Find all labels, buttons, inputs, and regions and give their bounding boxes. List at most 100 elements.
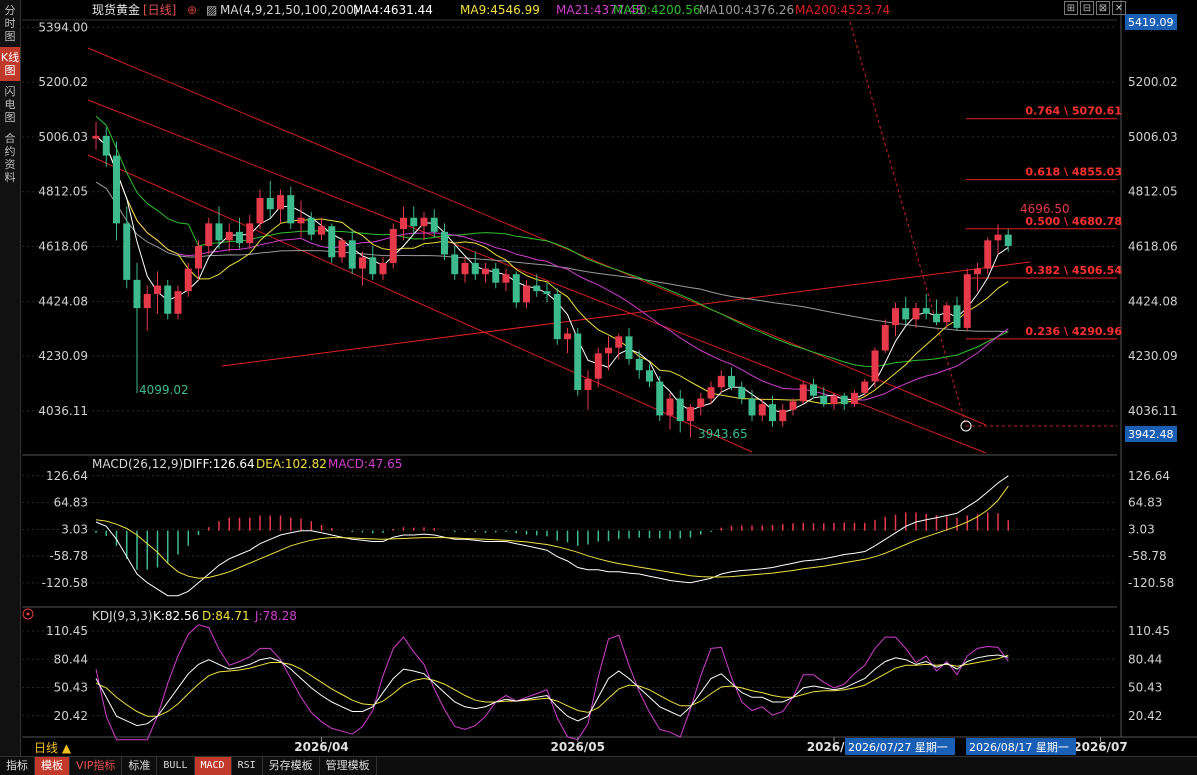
fibonacci-levels: 0.764 \ 5070.61 0.618 \ 4855.03 0.500 \ 46… xyxy=(966,105,1122,340)
candle-body xyxy=(953,305,961,328)
kdj-tick-right: 80.44 xyxy=(1128,652,1162,666)
split-icon[interactable]: ⊟ xyxy=(1080,1,1094,15)
tab-rsi[interactable]: RSI xyxy=(232,757,263,775)
macd-tick-left: -58.78 xyxy=(49,549,88,563)
candle-body xyxy=(943,305,951,323)
ma4-value: MA4:4631.44 xyxy=(353,3,433,17)
candle-body xyxy=(861,381,869,393)
tab-templates[interactable]: 模板 xyxy=(35,757,70,775)
tab-vip-indicators[interactable]: VIP指标 xyxy=(70,757,123,775)
kdj-panel xyxy=(95,624,1009,741)
candle-body xyxy=(779,409,787,422)
price-tick-left: 4618.06 xyxy=(38,240,88,254)
x-axis-label: 2026/07 xyxy=(1073,740,1127,754)
candle-body xyxy=(164,285,172,314)
candle-body xyxy=(922,308,930,314)
date-box-1: 2026/07/27 星期一 xyxy=(848,741,948,754)
kdj-tick-left: 110.45 xyxy=(46,624,88,638)
ma-params: MA(4,9,21,50,100,200) xyxy=(220,3,359,17)
candle-body xyxy=(533,285,541,292)
candle-body xyxy=(236,231,243,244)
bottom-price-box: 3942.48 xyxy=(1128,428,1174,441)
chart-type-icon[interactable]: ▨ xyxy=(206,3,217,17)
tab-standard[interactable]: 标准 xyxy=(122,757,158,775)
chart-canvas[interactable]: 0.764 \ 5070.61 0.618 \ 4855.03 0.500 \ 46… xyxy=(0,0,1197,756)
price-tick-right: 4812.05 xyxy=(1128,185,1178,199)
macd-tick-right: 64.83 xyxy=(1128,496,1162,510)
price-tick-left: 4424.08 xyxy=(38,294,88,308)
candle-body xyxy=(912,308,920,320)
candle-body xyxy=(430,217,438,232)
kdj-k-line xyxy=(95,654,1009,727)
candle-body xyxy=(974,268,981,275)
maximize-icon[interactable]: ⊠ xyxy=(1096,1,1110,15)
tab-indicators[interactable]: 指标 xyxy=(0,757,35,775)
candle-body xyxy=(523,285,530,303)
kdj-tick-right: 110.45 xyxy=(1128,624,1170,638)
price-tick-left: 4230.09 xyxy=(38,349,88,363)
candle-body xyxy=(502,274,510,283)
grid-lines xyxy=(22,0,1197,738)
candle-body xyxy=(389,229,397,263)
tab-macd[interactable]: MACD xyxy=(194,757,232,775)
period-indicator[interactable]: 日线 ▲ xyxy=(34,741,72,755)
candle-body xyxy=(246,223,254,244)
candle-body xyxy=(123,223,131,280)
x-axis-label: 2026/05 xyxy=(551,740,605,754)
candle-body xyxy=(359,257,366,269)
fib-level-label: 0.236 \ 4290.96 xyxy=(1025,325,1122,338)
candle-body xyxy=(789,401,797,410)
candle-body xyxy=(553,293,561,340)
macd-dea: DEA:102.82 xyxy=(256,457,327,471)
macd-value: MACD:47.65 xyxy=(328,457,402,471)
macd-tick-left: 3.03 xyxy=(61,522,88,536)
candle-body xyxy=(615,336,623,348)
price-tick-right: 4230.09 xyxy=(1128,349,1178,363)
candle-body xyxy=(656,381,664,416)
tab-save-template[interactable]: 另存模板 xyxy=(263,757,320,775)
macd-panel xyxy=(95,475,1009,597)
price-tick-right: 5200.02 xyxy=(1128,75,1178,89)
settings-icon[interactable]: ⊕ xyxy=(187,3,197,17)
ma50-line xyxy=(95,115,1009,368)
macd-dea-line xyxy=(95,485,1009,579)
candle-body xyxy=(143,293,151,309)
top-price-box: 5419.09 xyxy=(1128,16,1174,29)
tab-bull[interactable]: BULL xyxy=(157,757,195,775)
candle-body xyxy=(984,240,992,269)
indicator-close-icon-dot xyxy=(26,612,30,616)
candle-body xyxy=(758,404,766,416)
candle-body xyxy=(574,333,582,391)
ma21-line xyxy=(95,135,1009,401)
fib-level-label: 0.382 \ 4506.54 xyxy=(1025,264,1122,277)
instrument-name: 现货黄金 xyxy=(92,2,140,17)
candle-body xyxy=(697,398,705,407)
ma100-line xyxy=(95,181,1009,333)
layout-icon[interactable]: ⊞ xyxy=(1064,1,1078,15)
kdj-tick-right: 20.42 xyxy=(1128,709,1162,723)
candle-body xyxy=(799,384,807,402)
candle-body xyxy=(769,404,776,422)
candle-body xyxy=(543,291,551,294)
macd-tick-right: -120.58 xyxy=(1128,576,1174,590)
candle-body xyxy=(307,217,315,235)
candle-body xyxy=(646,370,653,382)
candle-body xyxy=(584,378,592,391)
macd-tick-right: 126.64 xyxy=(1128,469,1170,483)
tab-manage-templates[interactable]: 管理模板 xyxy=(320,757,377,775)
candle-body xyxy=(512,274,520,303)
candle-body xyxy=(266,197,274,210)
channel-upper-line xyxy=(87,47,987,426)
candle-body xyxy=(225,231,233,241)
low2-label: 3943.65 xyxy=(698,427,748,441)
ma50-value: MA50:4200.56 xyxy=(613,3,701,17)
macd-header: MACD(26,12,9) DIFF:126.64 DEA:102.82 MAC… xyxy=(92,457,402,471)
candle-body xyxy=(369,257,377,275)
ma200-value: MA200:4523.74 xyxy=(795,3,890,17)
kdj-d: D:84.71 xyxy=(202,609,250,623)
macd-tick-left: 64.83 xyxy=(54,496,88,510)
fib-level-label: 0.500 \ 4680.78 xyxy=(1025,215,1122,228)
ma9-line xyxy=(95,135,1009,405)
close-icon[interactable]: ✕ xyxy=(1112,1,1126,15)
candle-body xyxy=(707,387,715,399)
